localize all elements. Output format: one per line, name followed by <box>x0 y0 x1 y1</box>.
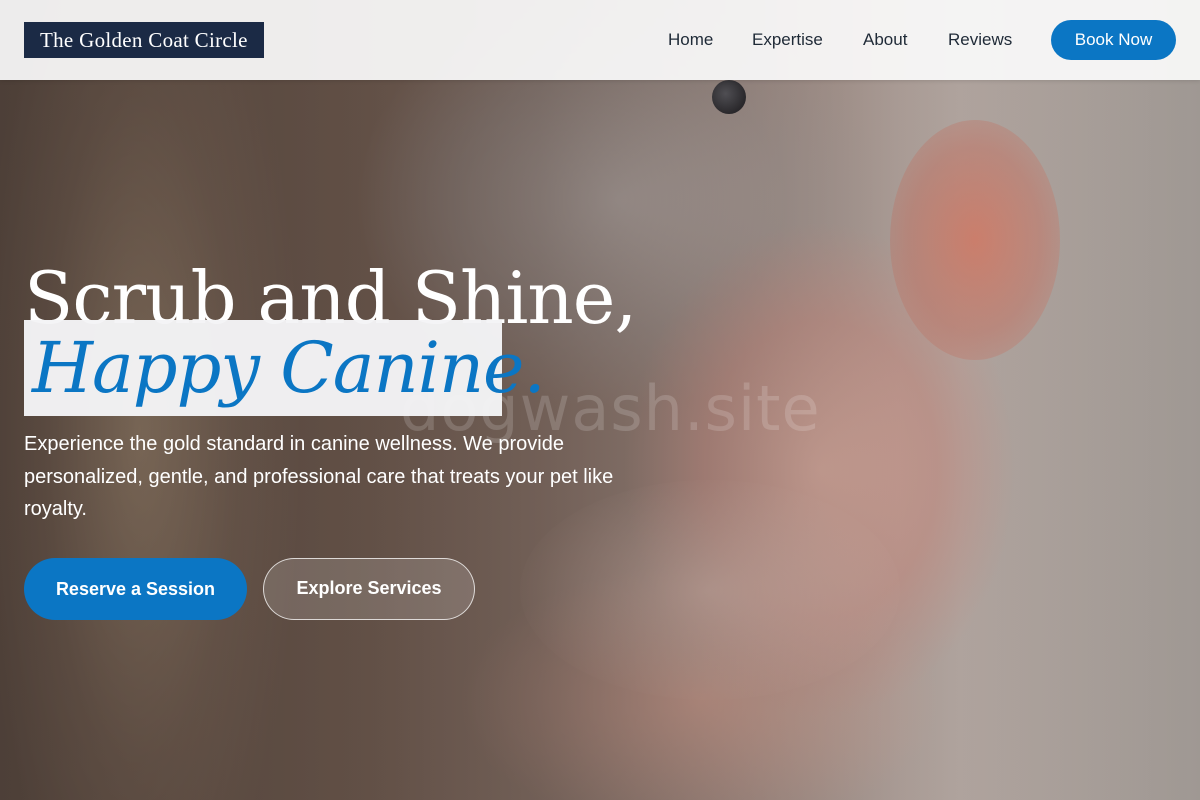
nav-link-home[interactable]: Home <box>668 30 713 50</box>
top-navbar: The Golden Coat Circle Home Expertise Ab… <box>0 0 1200 80</box>
brand-logo[interactable]: The Golden Coat Circle <box>24 22 264 58</box>
reserve-session-button[interactable]: Reserve a Session <box>24 558 247 620</box>
nav-link-reviews[interactable]: Reviews <box>948 30 1012 50</box>
nav-link-about[interactable]: About <box>863 30 907 50</box>
nav-link-expertise[interactable]: Expertise <box>752 30 823 50</box>
book-now-button[interactable]: Book Now <box>1051 20 1176 60</box>
hero-description: Experience the gold standard in canine w… <box>24 433 614 520</box>
explore-services-button[interactable]: Explore Services <box>263 558 475 620</box>
hero-title-line2: Happy Canine. <box>24 320 546 416</box>
